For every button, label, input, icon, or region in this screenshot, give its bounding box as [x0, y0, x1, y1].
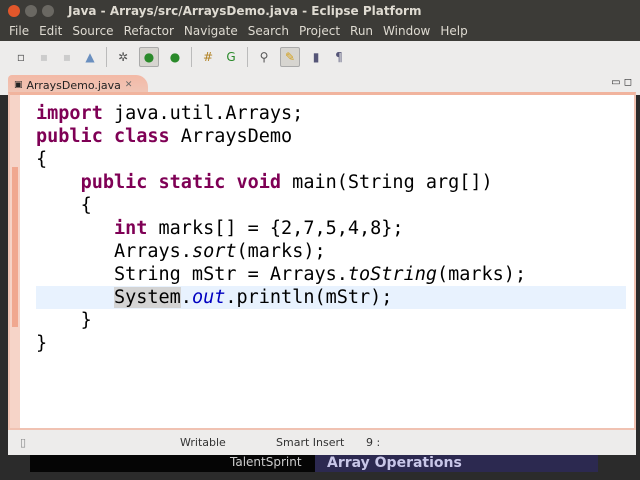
- java-file-icon: ▣: [14, 80, 23, 90]
- menu-search[interactable]: Search: [248, 24, 289, 38]
- insert-mode-status: Smart Insert: [276, 436, 345, 449]
- code-text: .: [180, 287, 192, 308]
- tab-label: ArraysDemo.java: [26, 78, 121, 92]
- code-text: java.util.Arrays;: [102, 103, 304, 124]
- keyword: import: [36, 103, 103, 124]
- tab-close-icon[interactable]: ✕: [125, 80, 133, 90]
- menu-help[interactable]: Help: [440, 24, 467, 38]
- current-code-line: System.out.println(mStr);: [36, 286, 626, 309]
- toolbar-separator: [247, 47, 248, 67]
- menu-bar: File Edit Source Refactor Navigate Searc…: [0, 21, 640, 41]
- code-text: .println(mStr);: [225, 287, 393, 308]
- menu-file[interactable]: File: [9, 24, 29, 38]
- run-icon[interactable]: ●: [139, 47, 159, 67]
- close-window-button[interactable]: [8, 4, 20, 17]
- menu-navigate[interactable]: Navigate: [184, 24, 238, 38]
- minimize-window-button[interactable]: [25, 4, 37, 17]
- fast-view-icon[interactable]: ▯: [20, 436, 26, 449]
- code-line: import java.util.Arrays;: [36, 102, 626, 125]
- static-field: out: [191, 287, 226, 308]
- writable-status: Writable: [180, 436, 226, 449]
- run-external-icon[interactable]: ●: [168, 50, 182, 64]
- source-code[interactable]: import java.util.Arrays; public class Arr…: [36, 102, 626, 355]
- code-line: public class ArraysDemo: [36, 125, 626, 148]
- save-icon[interactable]: ▪: [37, 50, 51, 64]
- debug-icon[interactable]: ✲: [116, 50, 130, 64]
- code-text: ArraysDemo: [169, 126, 293, 147]
- code-line: String mStr = Arrays.toString(marks);: [36, 263, 626, 286]
- toolbar: ▫ ▪ ▪ ▲ ✲ ● ● # G ⚲ ✎ ▮ ¶: [0, 41, 640, 73]
- new-package-icon[interactable]: #: [201, 50, 215, 64]
- code-line: Arrays.sort(marks);: [36, 240, 626, 263]
- code-text: String mStr = Arrays.: [113, 264, 348, 285]
- open-type-icon[interactable]: ⚲: [257, 50, 271, 64]
- code-text: (marks);: [236, 241, 326, 262]
- editor-gutter: [10, 95, 20, 428]
- code-line: int marks[] = {2,7,5,4,8};: [36, 217, 626, 240]
- code-text: marks[] = {2,7,5,4,8};: [147, 218, 404, 239]
- minimize-maximize-icons[interactable]: ▭ ◻: [611, 77, 632, 88]
- cursor-position: 9 :: [366, 436, 381, 449]
- method-call: sort: [191, 241, 237, 262]
- brand-label: TalentSprint: [230, 455, 302, 469]
- keyword: int: [113, 218, 148, 239]
- show-whitespace-icon[interactable]: ¶: [332, 50, 346, 64]
- code-text: {: [80, 195, 92, 216]
- video-banner: TalentSprint Array Operations: [30, 455, 598, 472]
- title-bar: Java - Arrays/src/ArraysDemo.java - Ecli…: [0, 0, 640, 21]
- highlighted-occurrence: System: [113, 287, 181, 308]
- save-all-icon[interactable]: ▪: [60, 50, 74, 64]
- code-line: }: [36, 309, 626, 332]
- code-text: (marks);: [436, 264, 527, 285]
- menu-run[interactable]: Run: [350, 24, 373, 38]
- toolbar-separator: [191, 47, 192, 67]
- code-text: main(String arg[]): [281, 172, 493, 193]
- menu-refactor[interactable]: Refactor: [124, 24, 174, 38]
- menu-edit[interactable]: Edit: [39, 24, 62, 38]
- keyword: public static void: [80, 172, 282, 193]
- toolbar-separator: [106, 47, 107, 67]
- mark-occurrences-icon[interactable]: ✎: [280, 47, 300, 67]
- topic-label: Array Operations: [315, 455, 598, 472]
- toggle-block-icon[interactable]: ▮: [309, 50, 323, 64]
- menu-window[interactable]: Window: [383, 24, 430, 38]
- code-line: {: [36, 194, 626, 217]
- print-icon[interactable]: ▲: [83, 50, 97, 64]
- keyword: public class: [36, 126, 170, 147]
- new-icon[interactable]: ▫: [14, 50, 28, 64]
- menu-project[interactable]: Project: [299, 24, 340, 38]
- code-text: }: [36, 333, 48, 354]
- status-bar: ▯ Writable Smart Insert 9 :: [8, 430, 636, 455]
- maximize-window-button[interactable]: [42, 4, 54, 17]
- method-call: toString: [347, 264, 437, 285]
- code-editor[interactable]: import java.util.Arrays; public class Arr…: [8, 92, 636, 430]
- code-text: }: [80, 310, 92, 331]
- new-class-icon[interactable]: G: [224, 50, 238, 64]
- code-text: Arrays.: [113, 241, 192, 262]
- code-text: {: [36, 149, 48, 170]
- code-line: public static void main(String arg[]): [36, 171, 626, 194]
- scope-ruler: [12, 167, 18, 327]
- code-line: }: [36, 332, 626, 355]
- code-line: {: [36, 148, 626, 171]
- menu-source[interactable]: Source: [72, 24, 113, 38]
- window-title: Java - Arrays/src/ArraysDemo.java - Ecli…: [68, 3, 422, 18]
